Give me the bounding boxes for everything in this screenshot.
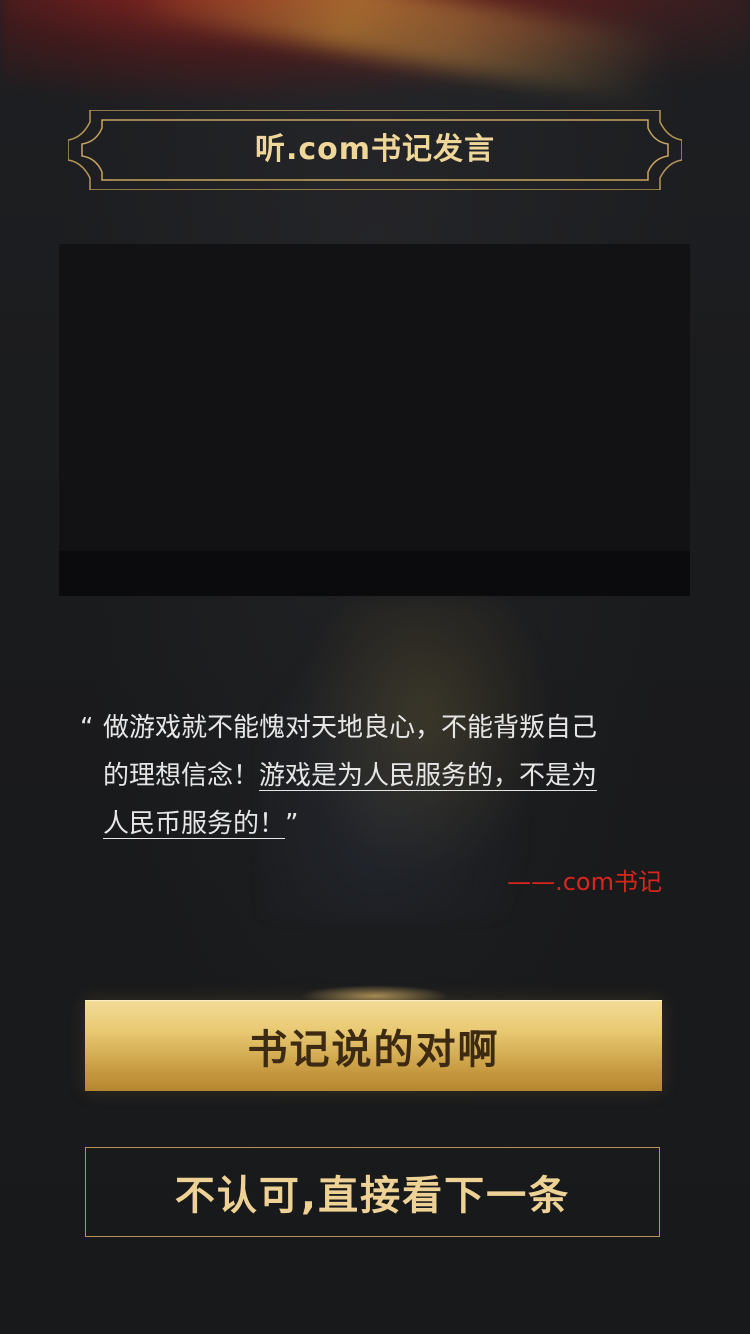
- page-title: 听.com书记发言: [254, 132, 496, 167]
- title-banner: 听.com书记发言: [68, 110, 682, 190]
- quote-line: 的理想信念！游戏是为人民服务的，不是为: [103, 752, 663, 800]
- quote-text: 的理想信念！: [103, 761, 260, 791]
- quote-line: 做游戏就不能愧对天地良心，不能背叛自己: [103, 704, 663, 752]
- next-button[interactable]: 不认可,直接看下一条: [85, 1147, 660, 1237]
- quote-open-mark: “: [80, 713, 94, 743]
- quote-line: 人民币服务的！”: [103, 800, 663, 848]
- agree-button-label: 书记说的对啊: [247, 1026, 500, 1073]
- agree-button[interactable]: 书记说的对啊: [85, 1000, 662, 1091]
- video-control-bar[interactable]: [59, 551, 690, 596]
- quote-text: 做游戏就不能愧对天地良心，不能背叛自己: [103, 713, 598, 743]
- quote-close-mark: ”: [285, 809, 299, 839]
- quote-body: 做游戏就不能愧对天地良心，不能背叛自己 的理想信念！游戏是为人民服务的，不是为 …: [103, 704, 663, 848]
- quote-author: ——.com书记: [507, 868, 662, 896]
- quote-underlined-text: 人民币服务的！: [103, 809, 286, 839]
- quote-underlined-text: 游戏是为人民服务的，不是为: [259, 761, 598, 791]
- next-button-label: 不认可,直接看下一条: [174, 1173, 571, 1219]
- video-player[interactable]: [59, 244, 690, 596]
- page: 听.com书记发言 “ 做游戏就不能愧对天地良心，不能背叛自己 的理想信念！游戏…: [0, 0, 750, 1334]
